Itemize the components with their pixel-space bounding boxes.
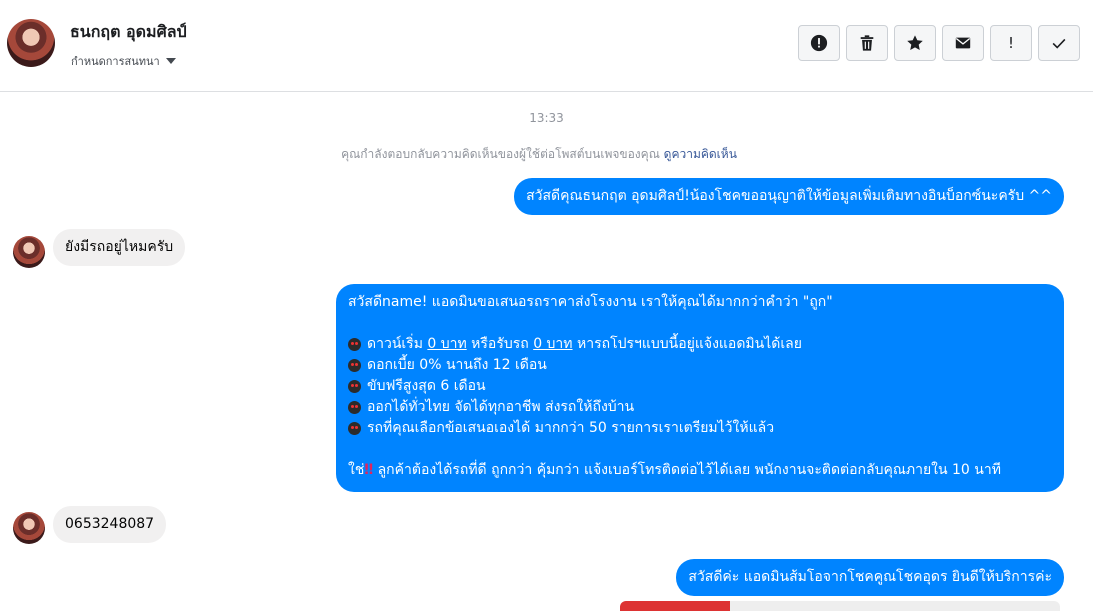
caret-down-icon: [165, 58, 176, 64]
alert-circle-icon: [810, 34, 828, 52]
promo-line: ใช่ ‼ ลูกค้าต้องได้รถที่ดี ถูกกว่า คุ้มกว…: [348, 460, 1052, 481]
check-icon: [1052, 38, 1066, 49]
envelope-icon: [955, 37, 971, 49]
comment-reply-notice: คุณกำลังตอบกลับความคิดเห็นของผู้ใช้ต่อโพ…: [0, 145, 1078, 164]
alert-button[interactable]: [798, 25, 840, 61]
promo-line: ดาวน์เริ่ม 0 บาท หรือรับรถ 0 บาท หารถโปร…: [348, 334, 1052, 355]
mail-button[interactable]: [942, 25, 984, 61]
star-button[interactable]: [894, 25, 936, 61]
incoming-message[interactable]: 0653248087: [53, 506, 167, 543]
image-attachment-preview[interactable]: [620, 601, 1060, 611]
view-comment-link[interactable]: ดูความคิดเห็น: [664, 147, 737, 161]
outgoing-promo-message[interactable]: สวัสดีname! แอดมินขอเสนอรถราคาส่งโรงงาน …: [336, 284, 1064, 492]
sender-avatar[interactable]: [13, 512, 45, 544]
sender-avatar[interactable]: [13, 236, 45, 268]
promo-line: ออกได้ทั่วไทย จัดได้ทุกอาชีพ ส่งรถให้ถึง…: [348, 397, 1052, 418]
incoming-message[interactable]: ยังมีรถอยู่ไหมครับ: [53, 229, 186, 266]
action-toolbar: !: [798, 25, 1080, 61]
promo-line: ขับฟรีสูงสุด 6 เดือน: [348, 376, 1052, 397]
promo-line: ดอกเบี้ย 0% นานถึง 12 เดือน: [348, 355, 1052, 376]
car-emoji-icon: [348, 401, 361, 414]
exclamation-icon: !: [1007, 34, 1014, 52]
car-emoji-icon: [348, 359, 361, 372]
promo-line: สวัสดีname! แอดมินขอเสนอรถราคาส่งโรงงาน …: [348, 294, 833, 310]
notice-text: คุณกำลังตอบกลับความคิดเห็นของผู้ใช้ต่อโพ…: [341, 147, 660, 161]
contact-avatar[interactable]: [7, 19, 55, 67]
delete-button[interactable]: [846, 25, 888, 61]
assign-label: กำหนดการสนทนา: [71, 55, 160, 68]
assign-conversation-dropdown[interactable]: กำหนดการสนทนา: [71, 52, 176, 70]
outgoing-message[interactable]: สวัสดีคุณธนกฤต อุดมศิลป์!น้องโชคขออนุญาต…: [514, 178, 1064, 215]
car-emoji-icon: [348, 380, 361, 393]
trash-icon: [860, 35, 874, 51]
important-button[interactable]: !: [990, 25, 1032, 61]
done-button[interactable]: [1038, 25, 1080, 61]
outgoing-message[interactable]: สวัสดีค่ะ แอดมินส้มโอจากโชคคูณโชคอุดร ยิ…: [676, 559, 1064, 596]
promo-line: รถที่คุณเลือกข้อเสนอเองได้ มากกว่า 50 รา…: [348, 418, 1052, 439]
car-emoji-icon: [348, 422, 361, 435]
car-emoji-icon: [348, 338, 361, 351]
double-exclamation-icon: ‼: [364, 462, 374, 478]
star-icon: [907, 35, 923, 51]
conversation-header: ธนกฤต อุดมศิลป์ กำหนดการสนทนา !: [0, 0, 1093, 92]
contact-name[interactable]: ธนกฤต อุดมศิลป์: [70, 20, 187, 45]
message-timestamp: 13:33: [529, 111, 564, 125]
